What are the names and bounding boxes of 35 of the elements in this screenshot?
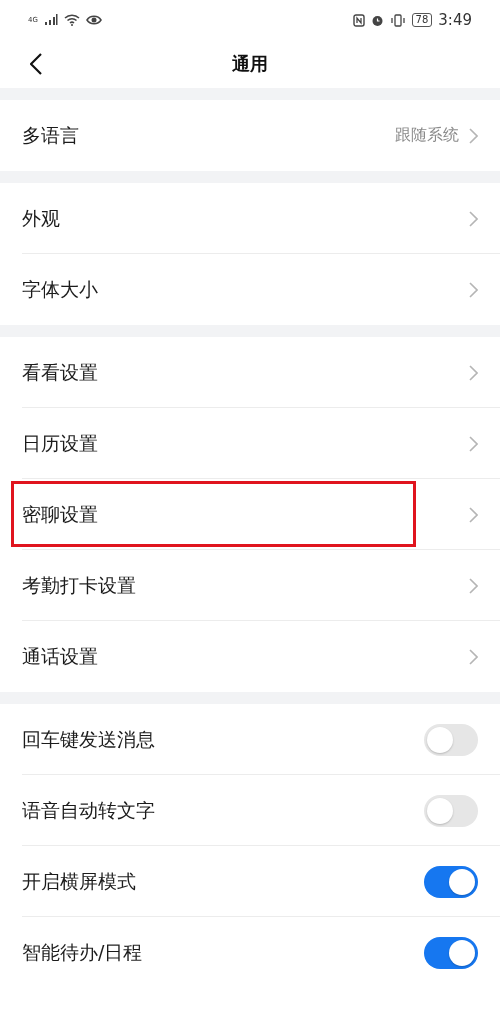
setting-label[interactable]: 外观 <box>22 205 469 232</box>
chevron-right-icon <box>469 127 478 144</box>
clock-time: 3:49 <box>438 11 472 29</box>
chevron-right-icon <box>469 435 478 452</box>
eye-icon <box>85 14 102 26</box>
setting-label[interactable]: 多语言 <box>22 122 395 149</box>
alarm-icon <box>370 13 384 27</box>
nfc-icon <box>352 13 365 27</box>
setting-label[interactable]: 密聊设置 <box>22 501 469 528</box>
toggle-switch[interactable] <box>424 865 478 898</box>
chevron-right-icon <box>469 648 478 665</box>
wifi-icon <box>63 14 80 26</box>
back-icon <box>30 53 42 75</box>
toggle-switch[interactable] <box>424 723 478 756</box>
setting-label[interactable]: 开启横屏模式 <box>22 868 424 895</box>
setting-label[interactable]: 智能待办/日程 <box>22 939 424 966</box>
toggle-switch[interactable] <box>424 936 478 969</box>
chevron-right-icon <box>469 577 478 594</box>
battery-level: 78 <box>411 13 433 27</box>
setting-label[interactable]: 考勤打卡设置 <box>22 572 469 599</box>
vibrate-icon <box>389 13 406 27</box>
chevron-right-icon <box>469 210 478 227</box>
chevron-right-icon <box>469 506 478 523</box>
setting-value: 跟随系统 <box>395 125 459 146</box>
chevron-right-icon <box>469 364 478 381</box>
chevron-right-icon <box>469 281 478 298</box>
signal-icon <box>43 14 58 26</box>
page-title: 通用 <box>232 52 268 76</box>
setting-label[interactable]: 语音自动转文字 <box>22 797 424 824</box>
setting-label[interactable]: 字体大小 <box>22 276 469 303</box>
setting-label[interactable]: 日历设置 <box>22 430 469 457</box>
setting-label[interactable]: 通话设置 <box>22 643 469 670</box>
setting-label[interactable]: 看看设置 <box>22 359 469 386</box>
toggle-switch[interactable] <box>424 794 478 827</box>
setting-label[interactable]: 回车键发送消息 <box>22 726 424 753</box>
